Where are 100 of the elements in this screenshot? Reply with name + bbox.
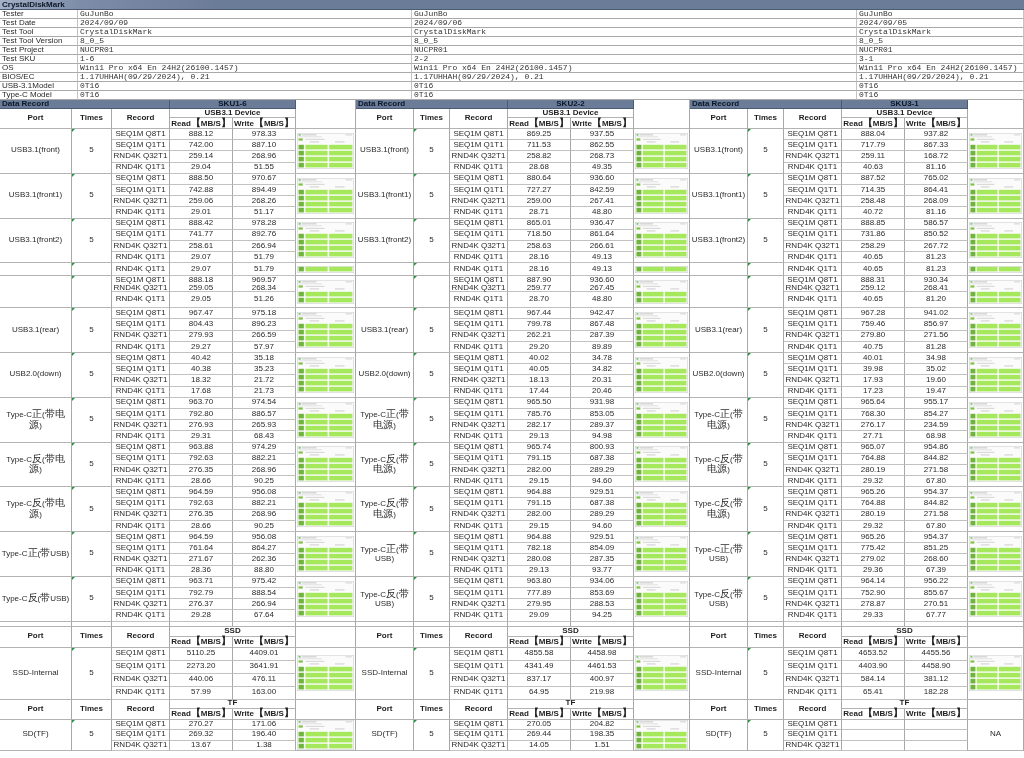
read-speed: 792.80 — [188, 409, 214, 419]
record-name: RND4K Q1T1 — [787, 208, 838, 217]
port-name: USB3.1(rear) — [359, 325, 410, 335]
record-name: SEQ1M Q1T1 — [453, 364, 504, 374]
read-speed: 27.71 — [863, 432, 883, 441]
read-speed: 963.70 — [188, 398, 214, 408]
record-name: RND4K Q32T1 — [113, 420, 168, 430]
info-value: GuJunBo — [414, 10, 448, 18]
write-speed: 34.82 — [592, 364, 612, 374]
benchmark-screenshot-drawing — [635, 446, 688, 483]
read-speed: 29.09 — [529, 611, 549, 620]
corner-triangle-icon — [748, 218, 751, 222]
record-name: SEQ1M Q8T1 — [787, 649, 838, 658]
record-name: RND4K Q32T1 — [785, 555, 840, 564]
benchmark-screenshot-drawing — [635, 719, 688, 750]
record-name: SEQ1M Q8T1 — [787, 308, 838, 318]
write-speed: 171.06 — [251, 719, 277, 729]
benchmark-screenshot-drawing — [635, 401, 688, 438]
read-speed: 791.15 — [526, 499, 552, 508]
read-speed: 18.13 — [529, 376, 549, 385]
corner-triangle-icon — [748, 487, 751, 491]
test-count: 5 — [429, 459, 434, 469]
read-speed: 799.78 — [526, 320, 552, 329]
record-name: RND4K Q32T1 — [113, 599, 168, 609]
read-speed: 259.06 — [188, 196, 214, 206]
column-header: Read【MB/S】 — [843, 117, 903, 129]
write-speed: 267.45 — [589, 283, 615, 292]
write-speed: 954.37 — [923, 487, 949, 497]
read-speed: 888.18 — [188, 276, 214, 284]
port-name: Type-C反(带电源) — [5, 453, 66, 476]
info-value: 1.17UHHAH(09/29/2024), 0.21 — [80, 73, 210, 81]
device-header: USB3.1 Device — [204, 108, 261, 117]
read-speed: 17.68 — [191, 387, 211, 397]
benchmark-screenshot-drawing — [297, 401, 354, 438]
write-speed: 89.89 — [592, 342, 612, 352]
port-name: Type-C正(带USB) — [0, 548, 71, 560]
read-speed: 887.52 — [860, 174, 886, 184]
sku-header: SKU1-6 — [170, 100, 296, 109]
record-name: RND4K Q32T1 — [113, 510, 168, 520]
write-speed: 81.28 — [926, 342, 946, 352]
benchmark-screenshot-drawing — [635, 177, 688, 214]
read-speed: 742.88 — [188, 185, 214, 195]
read-speed: 259.05 — [188, 283, 214, 292]
port-name: Type-C反(带USB) — [0, 593, 71, 604]
write-speed: 287.35 — [589, 555, 615, 564]
benchmark-screenshot-drawing — [297, 132, 354, 169]
corner-triangle-icon — [748, 129, 751, 132]
section-header: Data Record — [690, 100, 842, 109]
write-speed: 94.98 — [592, 432, 612, 441]
device-header: USB3.1 Device — [542, 108, 599, 117]
record-name: RND4K Q32T1 — [113, 152, 168, 161]
read-speed: 28.70 — [529, 295, 549, 305]
write-speed: 934.06 — [589, 577, 615, 587]
record-name: SEQ1M Q1T1 — [453, 730, 504, 740]
read-speed: 965.26 — [860, 487, 886, 497]
write-speed: 954.86 — [923, 443, 949, 452]
write-speed: 163.00 — [251, 688, 277, 697]
read-speed: 888.42 — [188, 219, 214, 228]
read-speed: 714.35 — [860, 185, 886, 195]
test-count: 5 — [763, 504, 768, 514]
write-speed: 81.23 — [926, 252, 946, 262]
info-value: GuJunBo — [80, 10, 114, 18]
column-header: Read【MB/S】 — [171, 636, 231, 647]
corner-triangle-icon — [72, 263, 75, 267]
write-speed: 268.60 — [923, 555, 949, 564]
record-name: SEQ1M Q8T1 — [453, 487, 504, 497]
read-speed: 40.65 — [863, 264, 883, 274]
record-name: RND4K Q1T1 — [453, 387, 504, 397]
read-speed: 258.63 — [526, 241, 552, 251]
write-speed: 882.21 — [251, 499, 277, 508]
write-speed: 4461.53 — [587, 662, 617, 671]
record-name: RND4K Q32T1 — [451, 510, 506, 520]
record-name: RND4K Q32T1 — [451, 283, 506, 292]
write-speed: 586.57 — [923, 219, 949, 228]
column-header: Port — [376, 704, 393, 714]
info-value: 0T16 — [80, 82, 100, 90]
write-speed: 800.93 — [589, 443, 615, 452]
port-name: USB2.0(down) — [357, 370, 412, 380]
read-speed: 865.01 — [526, 219, 552, 228]
record-name: SEQ1M Q1T1 — [453, 543, 504, 553]
record-name: RND4K Q1T1 — [787, 264, 838, 274]
read-speed: 804.43 — [188, 320, 214, 329]
read-speed: 792.63 — [188, 454, 214, 464]
port-name: USB2.0(down) — [691, 370, 746, 380]
record-name: SEQ1M Q1T1 — [787, 140, 838, 150]
read-speed: 584.14 — [860, 675, 886, 684]
write-speed: 168.72 — [923, 152, 949, 161]
read-speed: 711.53 — [527, 140, 551, 150]
record-name: RND4K Q32T1 — [451, 420, 506, 430]
column-header: Times — [754, 114, 777, 123]
port-name: Type-C反(带USB) — [693, 588, 744, 609]
record-name: SEQ1M Q1T1 — [787, 543, 838, 553]
record-name: SEQ1M Q1T1 — [787, 409, 838, 419]
benchmark-screenshot-drawing — [635, 356, 688, 393]
write-speed: 288.53 — [589, 599, 615, 609]
read-speed: 759.46 — [860, 320, 886, 329]
port-name: Type-C反(带电源) — [359, 498, 410, 520]
record-name: RND4K Q32T1 — [451, 376, 506, 385]
read-speed: 5110.25 — [186, 649, 216, 658]
write-speed: 844.82 — [923, 499, 949, 508]
